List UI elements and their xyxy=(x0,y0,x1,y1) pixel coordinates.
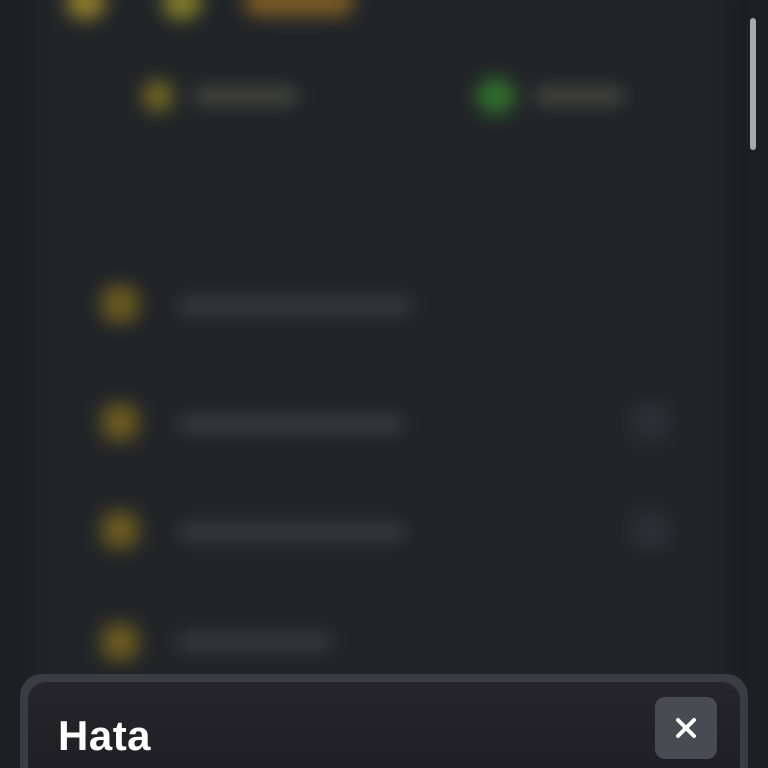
list-item-action xyxy=(630,402,670,442)
error-sheet-title: Hata xyxy=(58,712,152,759)
close-button[interactable] xyxy=(655,697,717,759)
blurred-background xyxy=(0,0,768,768)
segment-icon xyxy=(476,78,516,114)
divider xyxy=(48,168,720,169)
list-item-label-placeholder xyxy=(178,416,404,432)
close-icon xyxy=(676,718,696,738)
list-item-label-placeholder xyxy=(178,524,406,540)
segment-icon xyxy=(142,80,174,112)
list-item-icon xyxy=(102,624,138,660)
list-item-action xyxy=(630,510,670,550)
list-item-icon xyxy=(102,404,138,440)
scrollbar-thumb[interactable] xyxy=(750,18,756,150)
segment-label-placeholder xyxy=(194,88,298,104)
segment-label-placeholder xyxy=(534,88,624,104)
list-item-label-placeholder xyxy=(176,634,332,650)
list-item-icon xyxy=(102,286,138,322)
list-item-label-placeholder xyxy=(178,298,412,314)
list-item-icon xyxy=(102,512,138,548)
app-screen: Hata xyxy=(0,0,768,768)
status-dot-icon xyxy=(244,0,354,16)
